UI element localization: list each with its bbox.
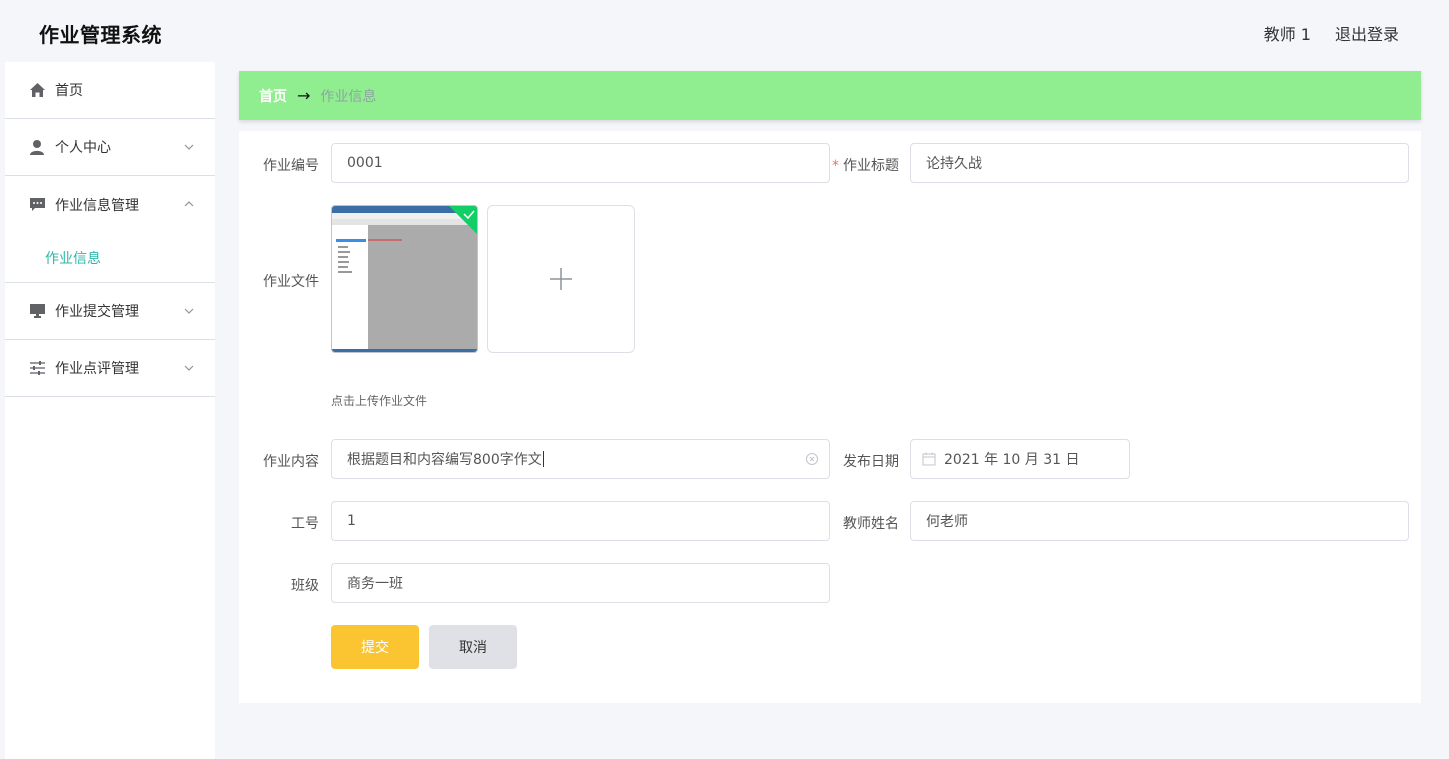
sidebar-item-home[interactable]: 首页 (5, 62, 215, 119)
teacher-input[interactable]: 何老师 (910, 501, 1409, 541)
breadcrumb-home[interactable]: 首页 (259, 86, 287, 106)
job-no-value: 1 (347, 513, 356, 529)
sidebar-item-label: 作业提交管理 (55, 304, 139, 320)
date-picker[interactable]: 2021 年 10 月 31 日 (910, 439, 1130, 479)
job-no-input[interactable]: 1 (331, 501, 830, 541)
upload-button[interactable] (487, 205, 635, 353)
teacher-value: 何老师 (926, 514, 968, 530)
title-input[interactable]: 论持久战 (910, 143, 1409, 183)
clear-icon[interactable] (805, 452, 819, 466)
chevron-up-icon (184, 201, 194, 207)
content-input[interactable]: 根据题目和内容编写800字作文 (331, 439, 830, 479)
sidebar-item-submission-mgmt[interactable]: 作业提交管理 (5, 283, 215, 340)
date-label: 发布日期 (843, 454, 899, 470)
title-label: * 作业标题 (819, 155, 899, 175)
breadcrumb: 首页 → 作业信息 (239, 71, 1421, 120)
code-label: 作业编号 (263, 158, 319, 174)
app-title: 作业管理系统 (39, 23, 162, 47)
teacher-label: 教师姓名 (843, 516, 899, 532)
date-value: 2021 年 10 月 31 日 (944, 452, 1080, 468)
logout-link[interactable]: 退出登录 (1335, 21, 1399, 45)
sidebar-item-profile[interactable]: 个人中心 (5, 119, 215, 176)
chevron-down-icon (184, 308, 194, 314)
required-mark: * (832, 158, 839, 174)
form-panel: 作业编号 0001 * 作业标题 论持久战 作业文件 点击上传作业文件 作业内容… (239, 131, 1421, 703)
user-icon (29, 139, 45, 155)
code-value: 0001 (347, 155, 383, 171)
current-user[interactable]: 教师 1 (1264, 21, 1311, 45)
title-label-text: 作业标题 (843, 158, 899, 174)
cancel-button[interactable]: 取消 (429, 625, 517, 669)
sliders-icon (29, 360, 45, 376)
title-value: 论持久战 (926, 156, 982, 172)
chevron-down-icon (184, 144, 194, 150)
upload-hint: 点击上传作业文件 (331, 394, 428, 408)
monitor-icon (29, 303, 45, 319)
chevron-down-icon (184, 365, 194, 371)
file-preview-image (332, 206, 477, 352)
class-value: 商务一班 (347, 576, 403, 592)
home-icon (29, 82, 45, 98)
top-bar: 作业管理系统 教师 1 退出登录 (0, 0, 1449, 62)
breadcrumb-separator: → (297, 86, 311, 105)
content-label: 作业内容 (263, 454, 319, 470)
file-label: 作业文件 (263, 274, 319, 290)
breadcrumb-current: 作业信息 (320, 88, 377, 105)
class-input[interactable]: 商务一班 (331, 563, 830, 603)
sidebar-item-review-mgmt[interactable]: 作业点评管理 (5, 340, 215, 397)
calendar-icon (922, 452, 936, 466)
sidebar-item-label: 作业点评管理 (55, 361, 139, 377)
message-icon (29, 197, 45, 213)
sidebar-item-homework-info-mgmt[interactable]: 作业信息管理 (5, 176, 215, 233)
content-value: 根据题目和内容编写800字作文 (347, 452, 542, 468)
code-input[interactable]: 0001 (331, 143, 830, 183)
sidebar-item-label: 首页 (55, 83, 83, 99)
uploaded-file-thumbnail[interactable] (331, 205, 478, 353)
sidebar-item-label: 个人中心 (55, 140, 111, 156)
plus-icon (550, 268, 572, 290)
submit-button[interactable]: 提交 (331, 625, 419, 669)
sidebar-item-label: 作业信息管理 (55, 197, 139, 214)
class-label: 班级 (291, 578, 319, 594)
sidebar-subitem-homework-info[interactable]: 作业信息 (5, 233, 215, 283)
text-caret (542, 451, 544, 467)
job-no-label: 工号 (291, 516, 319, 532)
top-right-actions: 教师 1 退出登录 (1264, 21, 1399, 45)
sidebar: 首页 个人中心 作业信息管理 作业信息 作业提交管理 作业点评管理 (5, 62, 215, 759)
